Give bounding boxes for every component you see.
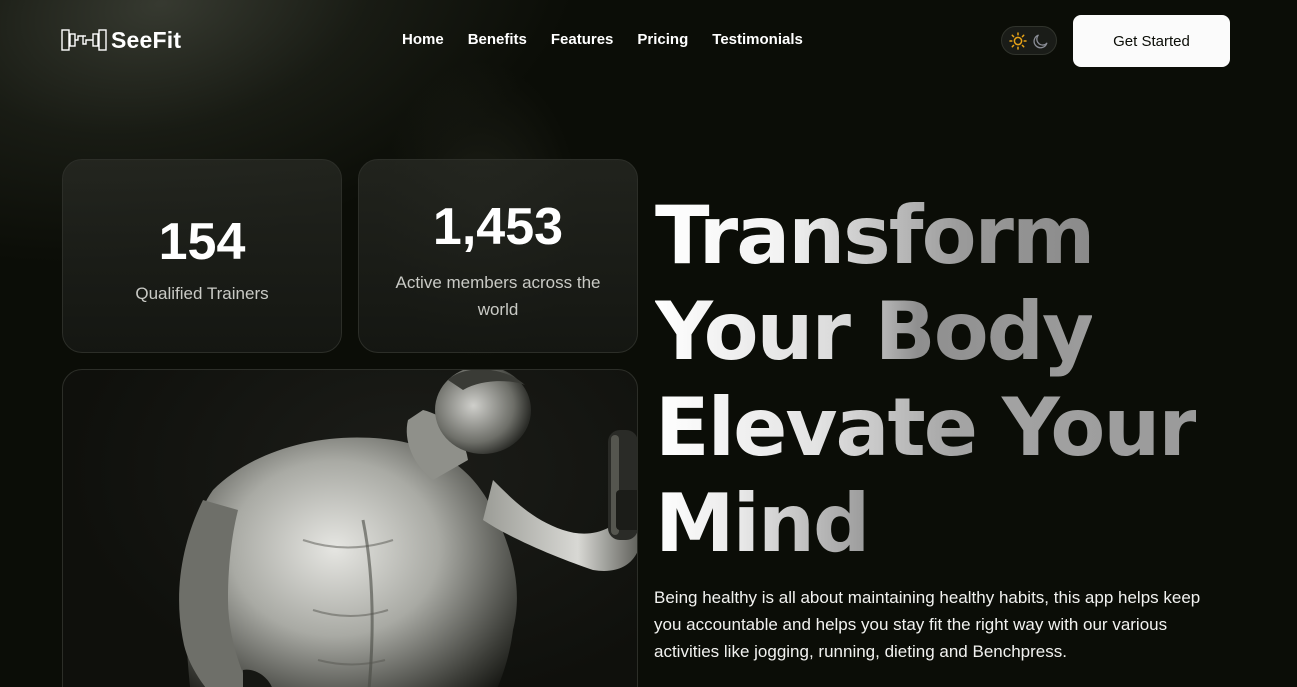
headline-line-3: Elevate Your xyxy=(655,381,1198,474)
nav-item-testimonials[interactable]: Testimonials xyxy=(712,30,803,50)
hero-image-card xyxy=(62,369,638,687)
stat-value: 154 xyxy=(158,213,246,271)
nav-item-home[interactable]: Home xyxy=(402,30,444,50)
hero-description: Being healthy is all about maintaining h… xyxy=(654,588,1201,661)
nav-item-features[interactable]: Features xyxy=(551,30,614,50)
get-started-button[interactable]: Get Started xyxy=(1073,15,1230,67)
stat-label: Qualified Trainers xyxy=(135,284,269,303)
stat-card-members: 1,453 Active members across the world xyxy=(358,159,638,353)
brand-logo[interactable]: SeeFit xyxy=(61,26,181,54)
moon-icon[interactable] xyxy=(1031,31,1051,51)
hero-headline: Transform Your Body Elevate Your Mind xyxy=(655,188,1255,572)
headline-line-2: Your Body xyxy=(655,285,1094,378)
nav-item-pricing[interactable]: Pricing xyxy=(637,30,688,50)
theme-toggle[interactable] xyxy=(1001,26,1057,55)
sun-icon[interactable] xyxy=(1008,31,1028,51)
headline-line-4: Mind xyxy=(655,477,870,570)
nav-item-benefits[interactable]: Benefits xyxy=(468,30,527,50)
stat-value: 1,453 xyxy=(432,198,564,256)
dumbbell-logo-icon xyxy=(61,29,107,51)
stat-card-trainers: 154 Qualified Trainers xyxy=(62,159,342,353)
headline-line-1: Transform xyxy=(655,189,1095,282)
athlete-photo xyxy=(179,370,637,687)
main-menu: Home Benefits Features Pricing Testimoni… xyxy=(402,30,827,50)
stat-label: Active members across the world xyxy=(395,273,601,319)
top-navbar: SeeFit Home Benefits Features Pricing Te… xyxy=(0,0,1297,80)
brand-name: SeeFit xyxy=(111,26,182,53)
